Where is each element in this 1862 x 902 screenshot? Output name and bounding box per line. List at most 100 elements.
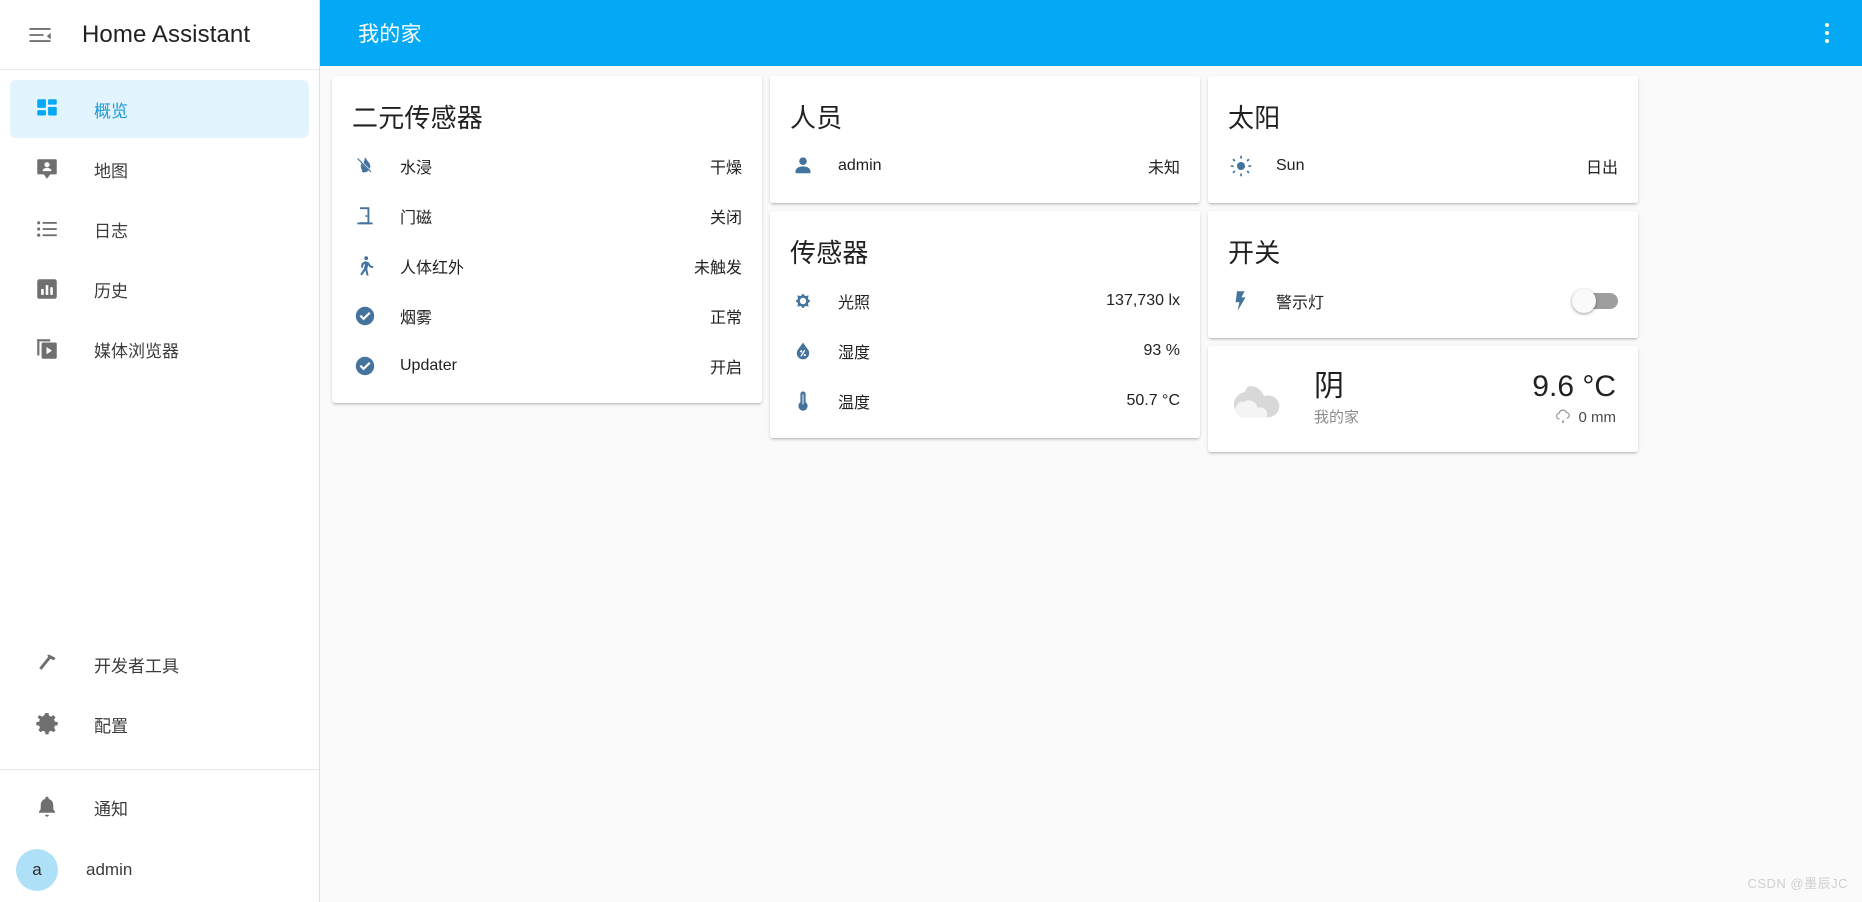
table-row[interactable]: 人体红外 未触发 <box>332 241 762 291</box>
weather-rainy-icon <box>1553 409 1573 427</box>
sidebar-item-configuration[interactable]: 配置 <box>10 695 309 753</box>
sidebar-item-label: 通知 <box>94 799 128 819</box>
sidebar-item-notifications[interactable]: 通知 <box>10 778 309 836</box>
sidebar-header: Home Assistant <box>0 0 319 70</box>
weather-precipitation-row: 0 mm <box>1532 409 1616 427</box>
sidebar-item-label: 媒体浏览器 <box>94 341 179 361</box>
column-2: 人员 admin 未知 传感器 光照 137,730 lx 湿度 93 % 温度… <box>770 76 1200 438</box>
map-marker-account-icon <box>32 154 62 184</box>
dot <box>1825 31 1829 35</box>
card-title: 传感器 <box>790 238 869 268</box>
dots-vertical-icon[interactable] <box>1804 10 1850 56</box>
table-row[interactable]: 光照 137,730 lx <box>770 276 1200 326</box>
weather-temperature: 9.6 °C <box>1532 370 1616 404</box>
weather-cloudy-icon <box>1226 368 1304 430</box>
table-row[interactable]: 湿度 93 % <box>770 326 1200 376</box>
row-name: 光照 <box>838 295 871 312</box>
sidebar-item-logbook[interactable]: 日志 <box>10 200 309 258</box>
table-row[interactable]: 门磁 关闭 <box>332 191 762 241</box>
table-row[interactable]: 水浸 干燥 <box>332 141 762 191</box>
sidebar-item-media-browser[interactable]: 媒体浏览器 <box>10 320 309 378</box>
card-title: 人员 <box>790 103 843 133</box>
sidebar: Home Assistant 概览 地图 日志 历史 媒体浏览器 开发者工具 配… <box>0 0 320 902</box>
weather-text-block: 阴 我的家 <box>1314 371 1359 428</box>
app-root: Home Assistant 概览 地图 日志 历史 媒体浏览器 开发者工具 配… <box>0 0 1862 902</box>
account-icon <box>790 153 816 179</box>
sidebar-bottom-nav: 开发者工具 配置 <box>0 633 319 761</box>
row-value: 正常 <box>709 310 742 327</box>
page-title: 我的家 <box>358 23 422 46</box>
weather-values: 9.6 °C 0 mm <box>1532 371 1616 427</box>
row-name: 烟雾 <box>400 310 433 327</box>
column-3: 太阳 Sun 日出 开关 警示灯 阴 我的家 9.6 °C 0 mm <box>1208 76 1638 452</box>
sidebar-title: Home Assistant <box>82 20 251 48</box>
card-sensor: 传感器 光照 137,730 lx 湿度 93 % 温度 50.7 °C <box>770 211 1200 438</box>
column-1: 二元传感器 水浸 干燥 门磁 关闭 人体红外 未触发 烟雾 正常 Updater… <box>332 76 762 403</box>
brightness-icon <box>790 288 816 314</box>
switch-toggle[interactable] <box>1572 289 1618 313</box>
row-value: 干燥 <box>709 160 742 177</box>
table-row[interactable]: 温度 50.7 °C <box>770 376 1200 426</box>
row-name: Updater <box>400 357 457 374</box>
sidebar-item-label: 概览 <box>94 101 128 121</box>
table-row[interactable]: admin 未知 <box>770 141 1200 191</box>
row-value: 未触发 <box>693 260 742 277</box>
row-name: admin <box>838 157 882 174</box>
row-name: Sun <box>1276 157 1305 174</box>
row-value: 93 % <box>1143 342 1180 359</box>
sidebar-item-user-profile[interactable]: a admin <box>0 838 319 902</box>
thermometer-icon <box>790 388 816 414</box>
row-name: 温度 <box>838 395 871 412</box>
bell-icon <box>32 792 62 822</box>
main-area: 我的家 二元传感器 水浸 干燥 门磁 关闭 人体红外 未触发 烟雾 正常 Upd… <box>320 0 1862 902</box>
user-name-label: admin <box>86 860 133 879</box>
sidebar-item-overview[interactable]: 概览 <box>10 80 309 138</box>
menu-open-icon[interactable] <box>18 13 62 57</box>
card-switch: 开关 警示灯 <box>1208 211 1638 338</box>
table-row[interactable]: Updater 开启 <box>332 341 762 391</box>
row-value: 关闭 <box>709 210 742 227</box>
format-list-bulleted-icon <box>32 214 62 244</box>
row-value: 日出 <box>1585 160 1618 177</box>
sidebar-item-label: 地图 <box>94 161 128 181</box>
table-row[interactable]: 烟雾 正常 <box>332 291 762 341</box>
card-binary-sensor: 二元传感器 水浸 干燥 门磁 关闭 人体红外 未触发 烟雾 正常 Updater… <box>332 76 762 403</box>
sidebar-item-map[interactable]: 地图 <box>10 140 309 198</box>
row-value: 137,730 lx <box>1106 292 1180 309</box>
chart-box-icon <box>32 274 62 304</box>
weather-sunny-icon <box>1228 153 1254 179</box>
row-value: 开启 <box>709 360 742 377</box>
row-value: 未知 <box>1147 160 1180 177</box>
sidebar-item-history[interactable]: 历史 <box>10 260 309 318</box>
row-value: 50.7 °C <box>1126 392 1180 409</box>
card-title: 开关 <box>1228 238 1281 268</box>
table-row[interactable]: Sun 日出 <box>1208 141 1638 191</box>
top-app-bar: 我的家 <box>320 0 1862 66</box>
card-title: 太阳 <box>1228 103 1281 133</box>
weather-condition: 阴 <box>1314 369 1344 403</box>
table-row[interactable]: 警示灯 <box>1208 276 1638 326</box>
weather-precipitation-value: 0 mm <box>1578 409 1617 427</box>
sidebar-divider <box>0 769 319 770</box>
card-sun: 太阳 Sun 日出 <box>1208 76 1638 203</box>
row-name: 门磁 <box>400 210 433 227</box>
dashboard-content: 二元传感器 水浸 干燥 门磁 关闭 人体红外 未触发 烟雾 正常 Updater… <box>320 66 1862 902</box>
hammer-wrench-icon <box>32 649 62 679</box>
weather-summary[interactable]: 阴 我的家 9.6 °C 0 mm <box>1208 346 1638 452</box>
row-name: 人体红外 <box>400 260 465 277</box>
dot <box>1825 23 1829 27</box>
weather-location: 我的家 <box>1314 409 1360 427</box>
toggle-knob <box>1572 289 1596 313</box>
flash-icon <box>1228 288 1254 314</box>
walk-icon <box>352 253 378 279</box>
dot <box>1825 39 1829 43</box>
sidebar-item-label: 日志 <box>94 221 128 241</box>
card-person: 人员 admin 未知 <box>770 76 1200 203</box>
door-closed-icon <box>352 203 378 229</box>
play-box-multiple-icon <box>32 334 62 364</box>
cog-icon <box>32 709 62 739</box>
water-percent-icon <box>790 338 816 364</box>
row-name: 水浸 <box>400 160 433 177</box>
sidebar-item-developer-tools[interactable]: 开发者工具 <box>10 635 309 693</box>
